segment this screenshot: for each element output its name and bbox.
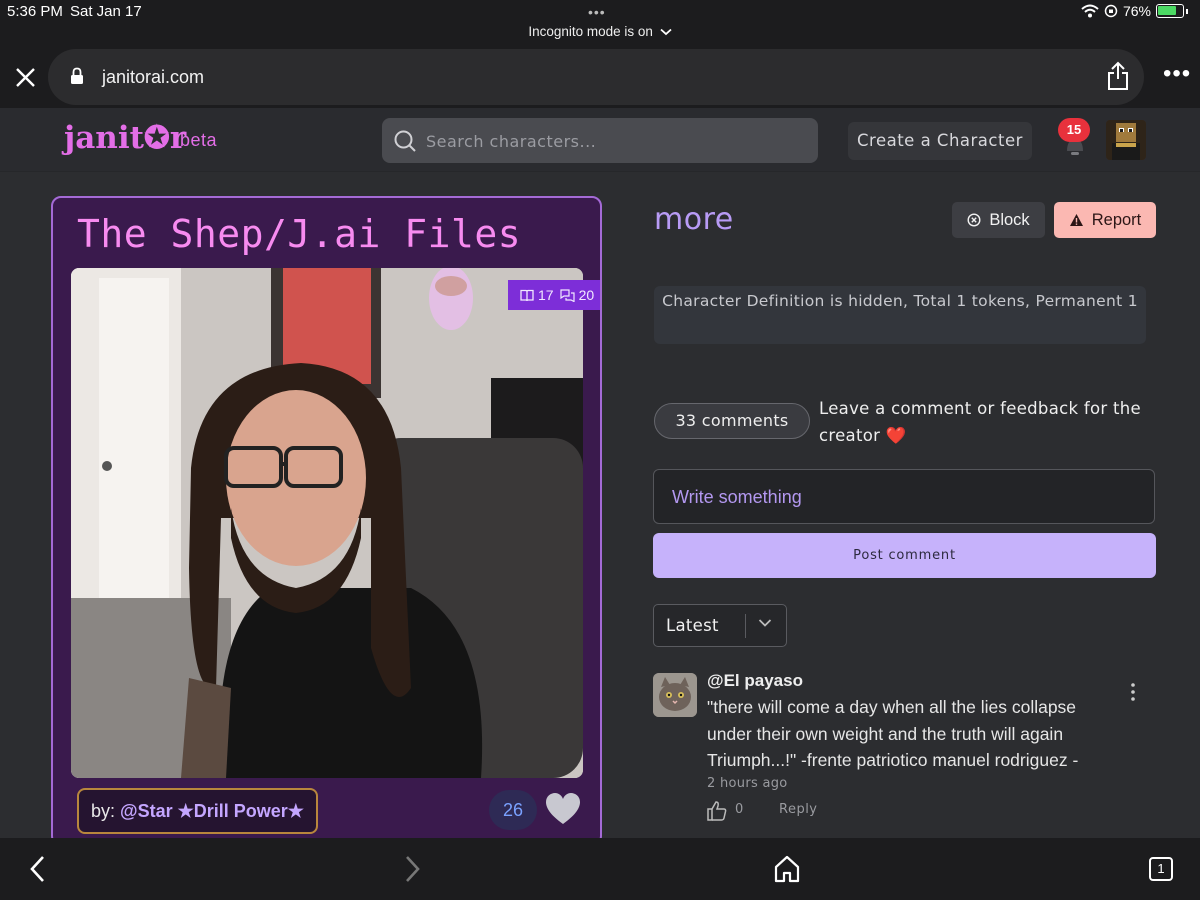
close-icon[interactable]	[12, 60, 40, 94]
post-comment-button[interactable]: Post comment	[653, 533, 1156, 578]
sort-selected: Latest	[666, 616, 719, 635]
more-options-icon[interactable]: •••	[1163, 60, 1191, 88]
like-count: 26	[489, 790, 537, 830]
character-title: The Shep/J.ai Files	[77, 212, 522, 256]
token-count: 17	[538, 287, 554, 303]
comment-input[interactable]	[672, 484, 1132, 510]
status-time: 5:36 PM	[7, 3, 63, 20]
reply-button[interactable]: Reply	[779, 802, 818, 817]
leave-feedback-text: Leave a comment or feedback for the crea…	[819, 399, 1141, 445]
comment-box[interactable]	[653, 469, 1155, 524]
thumbs-up-icon[interactable]	[707, 801, 727, 821]
chevron-down-icon	[758, 619, 772, 627]
orientation-lock-icon	[1104, 4, 1118, 18]
section-heading: more	[654, 202, 734, 237]
status-bar: 5:36 PM Sat Jan 17 ••• Incognito mode is…	[0, 0, 1200, 46]
block-label: Block	[989, 210, 1030, 229]
browser-bottom-toolbar: 1	[0, 838, 1200, 900]
creator-link[interactable]: by: @Star ★Drill Power★	[77, 788, 318, 834]
notification-badge: 15	[1058, 118, 1090, 142]
stats-badge: 17 20	[508, 280, 600, 310]
search-input[interactable]	[426, 126, 806, 156]
lock-icon	[71, 67, 83, 84]
kebab-menu-icon[interactable]	[1123, 680, 1143, 704]
creator-prefix: by:	[91, 801, 121, 821]
user-avatar[interactable]	[1106, 120, 1146, 160]
report-button[interactable]: Report	[1054, 202, 1156, 238]
logo-beta-tag: beta	[180, 130, 218, 150]
comment-author[interactable]: @El payaso	[707, 671, 803, 691]
status-right: 76%	[1081, 3, 1188, 19]
comment-like-count: 0	[735, 802, 744, 817]
back-icon[interactable]	[26, 854, 50, 884]
notifications-button[interactable]: 15	[1058, 118, 1092, 158]
forward-icon[interactable]	[400, 854, 424, 884]
search-bar[interactable]	[382, 118, 818, 163]
share-icon[interactable]	[1106, 61, 1130, 91]
url-text: janitorai.com	[102, 67, 205, 87]
tabs-button[interactable]: 1	[1149, 857, 1173, 881]
commenter-avatar[interactable]	[653, 673, 697, 717]
site-header: janit✪r beta Create a Character 15	[0, 108, 1200, 172]
heart-icon[interactable]	[545, 792, 581, 826]
browser-toolbar: janitorai.com •••	[0, 46, 1200, 108]
battery-percent: 76%	[1122, 3, 1151, 19]
multitask-dots-icon[interactable]: •••	[588, 4, 606, 20]
comments-count-button[interactable]: 33 comments	[654, 403, 810, 439]
chat-count: 20	[578, 287, 595, 303]
report-label: Report	[1091, 210, 1142, 229]
status-date: Sat Jan 17	[70, 3, 142, 20]
definition-notice: Character Definition is hidden, Total 1 …	[654, 286, 1146, 344]
incognito-indicator[interactable]: Incognito mode is on	[0, 24, 1200, 39]
book-icon	[520, 289, 534, 301]
comment-body: "there will come a day when all the lies…	[707, 697, 1079, 770]
character-image[interactable]	[71, 268, 583, 778]
sort-select[interactable]: Latest	[653, 604, 787, 647]
comment-time: 2 hours ago	[707, 776, 788, 791]
block-icon	[967, 213, 981, 227]
chevron-down-icon	[660, 29, 672, 36]
create-character-button[interactable]: Create a Character	[848, 122, 1032, 160]
home-icon[interactable]	[772, 854, 802, 884]
warning-icon	[1069, 214, 1083, 226]
character-card[interactable]: The Shep/J.ai Files 17 20 by: @Star ★Dri…	[51, 196, 602, 846]
incognito-label: Incognito mode is on	[528, 24, 653, 39]
site-logo[interactable]: janit✪r	[64, 120, 186, 156]
search-icon	[394, 130, 416, 152]
chat-icon	[559, 288, 575, 302]
battery-icon	[1156, 4, 1184, 18]
comment-item: @El payaso "there will come a day when a…	[653, 668, 1153, 828]
block-button[interactable]: Block	[952, 202, 1045, 238]
creator-name: @Star ★Drill Power★	[120, 801, 304, 821]
address-bar[interactable]: janitorai.com	[48, 49, 1144, 105]
wifi-icon	[1081, 4, 1099, 18]
